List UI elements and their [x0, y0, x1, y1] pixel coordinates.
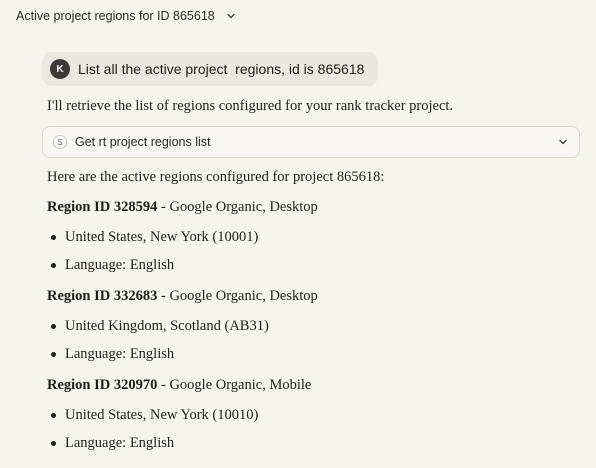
region-language: Language: English — [65, 435, 175, 451]
bullet-icon — [51, 324, 56, 329]
user-message: K List all the active project regions, i… — [42, 52, 379, 86]
region-engine: - Google Organic, Desktop — [157, 288, 318, 304]
chat-title-dropdown[interactable]: Active project regions for ID 865618 — [16, 9, 237, 23]
region-location: United States, New York (10010) — [65, 407, 259, 423]
region-id: Region ID 332683 — [47, 288, 158, 304]
bullet-icon — [51, 235, 56, 240]
assistant-intro-text: I'll retrieve the list of regions config… — [47, 98, 454, 114]
region-engine: - Google Organic, Mobile — [157, 377, 312, 393]
bullet-icon — [51, 413, 56, 418]
summary-text: Here are the active regions configured f… — [47, 169, 385, 185]
region-language: Language: English — [65, 257, 175, 273]
region-language: Language: English — [65, 346, 175, 362]
assistant-intro: I'll retrieve the list of regions config… — [47, 96, 583, 116]
region-location: United Kingdom, Scotland (AB31) — [65, 318, 269, 334]
tool-call-label: Get rt project regions list — [75, 135, 211, 149]
region-heading: Region ID 328594 - Google Organic, Deskt… — [47, 197, 587, 217]
chevron-down-icon — [557, 136, 569, 148]
chat-header: Active project regions for ID 865618 — [0, 0, 596, 36]
region-location: United States, New York (10001) — [65, 229, 259, 245]
bullet-icon — [51, 441, 56, 446]
chevron-down-icon — [225, 10, 237, 22]
region-id: Region ID 328594 — [47, 199, 158, 215]
user-message-text: List all the active project regions, id … — [78, 61, 365, 77]
region-engine: - Google Organic, Desktop — [157, 199, 318, 215]
summary: Here are the active regions configured f… — [47, 167, 587, 187]
region-heading: Region ID 332683 - Google Organic, Deskt… — [47, 286, 587, 306]
bullet-icon — [51, 352, 56, 357]
chat-title-text: Active project regions for ID 865618 — [16, 9, 215, 23]
region-heading: Region ID 320970 - Google Organic, Mobil… — [47, 375, 587, 395]
tool-call-toggle[interactable]: S Get rt project regions list — [42, 126, 580, 158]
tool-icon: S — [53, 135, 67, 149]
avatar: K — [50, 59, 70, 79]
region-id: Region ID 320970 — [47, 377, 158, 393]
bullet-icon — [51, 263, 56, 268]
